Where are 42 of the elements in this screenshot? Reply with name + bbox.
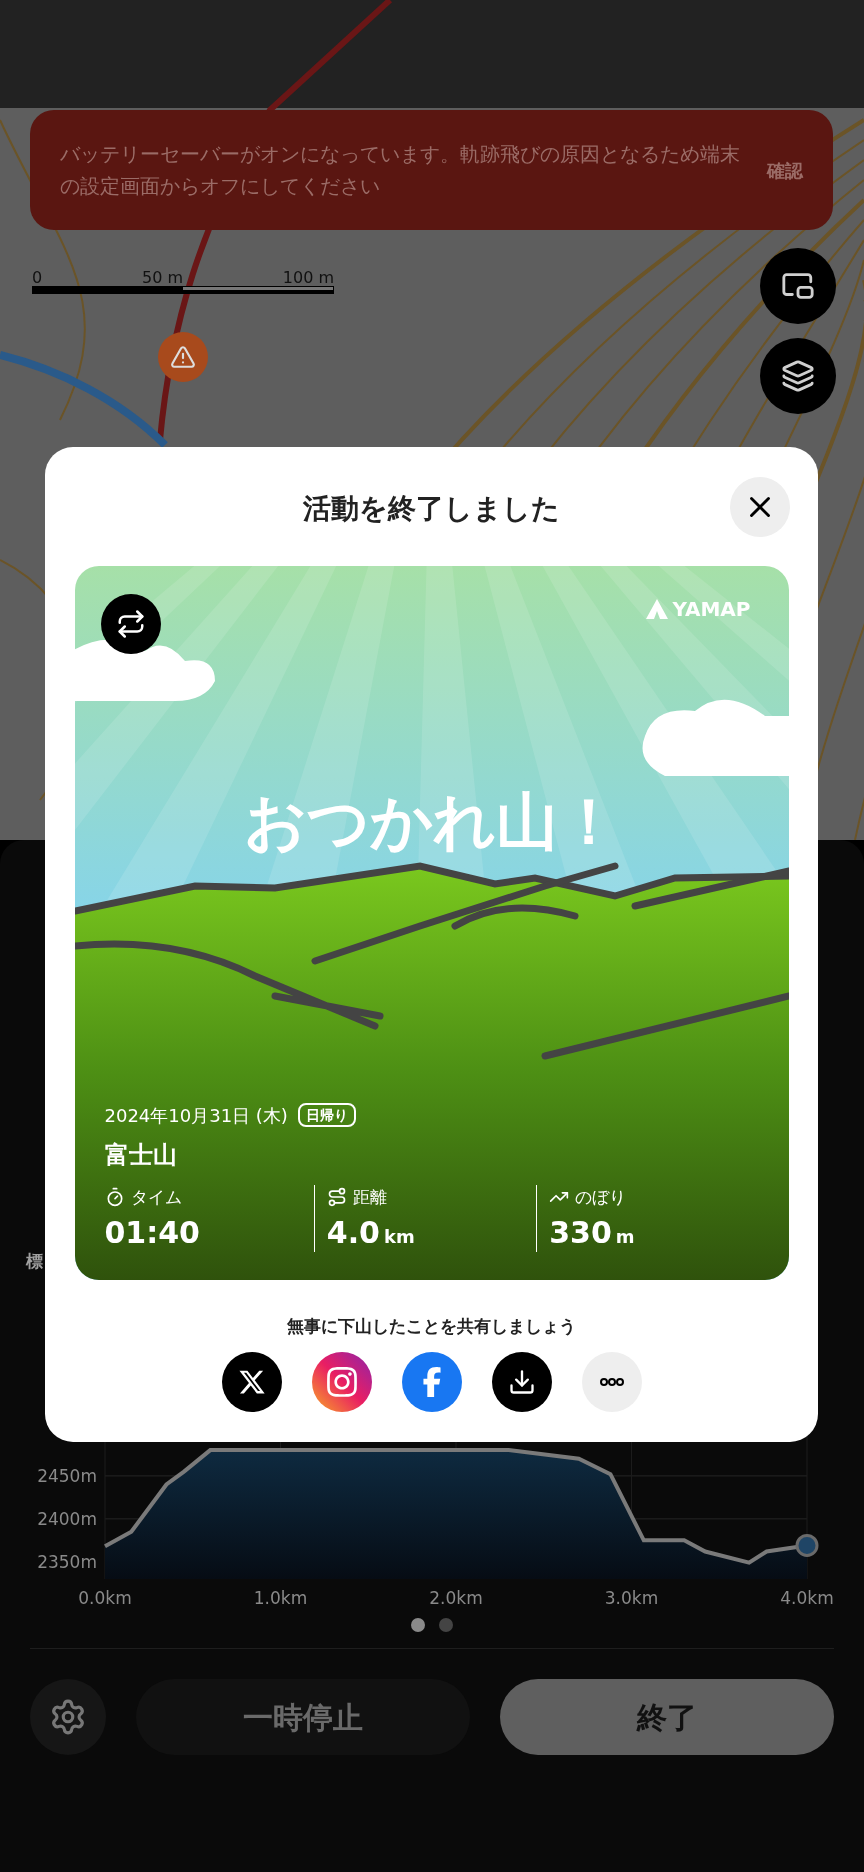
finish-button[interactable]: 終了 <box>500 1679 834 1755</box>
stat-value: 330 <box>549 1214 612 1252</box>
x-axis-label: 4.0km <box>780 1588 834 1608</box>
stat-unit: m <box>615 1225 635 1249</box>
stat-label: 距離 <box>352 1185 387 1209</box>
mountain-logo-icon <box>646 599 669 619</box>
swap-icon <box>115 609 146 639</box>
scale-label: 50 m <box>141 267 183 286</box>
layers-icon <box>781 359 815 393</box>
instagram-logo-icon <box>324 1365 359 1399</box>
stat-label: のぼり <box>575 1185 627 1209</box>
current-position-marker <box>795 1534 819 1557</box>
y-axis-label: 2450m <box>37 1465 97 1486</box>
x-logo-icon <box>237 1368 266 1396</box>
brand-logo-text: YAMAP <box>672 598 751 620</box>
stat-unit: km <box>384 1225 415 1249</box>
stat-label: タイム <box>130 1185 182 1209</box>
scale-label: 0 <box>32 267 43 286</box>
download-icon <box>507 1368 536 1396</box>
warning-icon <box>170 344 196 370</box>
share-prompt: 無事に下山したことを共有しましょう <box>287 1315 576 1338</box>
chart-title: 標 <box>26 1250 43 1273</box>
mountain-name: 富士山 <box>104 1139 178 1171</box>
stat-value: 01:40 <box>104 1214 200 1252</box>
scale-label: 100 m <box>282 267 334 286</box>
route-icon <box>326 1187 347 1208</box>
x-axis-label: 0.0km <box>78 1588 132 1608</box>
x-axis-label: 1.0km <box>253 1588 308 1608</box>
x-axis-label: 2.0km <box>429 1588 483 1608</box>
y-axis-label: 2400m <box>37 1508 97 1529</box>
more-icon <box>599 1378 624 1386</box>
card-headline: おつかれ山！ <box>242 784 621 860</box>
dialog-title: 活動を終了しました <box>303 491 560 527</box>
x-axis-label: 3.0km <box>604 1588 659 1608</box>
stat-value: 4.0 <box>326 1214 380 1252</box>
y-axis-label: 2350m <box>37 1551 97 1572</box>
day-trip-badge: 日帰り <box>297 1103 356 1127</box>
confirm-button[interactable]: 確認 <box>767 156 803 184</box>
banner-message: バッテリーセーバーがオンになっています。軌跡飛びの原因となるため端末の設定画面からオフにしてください <box>60 141 741 200</box>
pause-button[interactable]: 一時停止 <box>136 1679 470 1755</box>
settings-icon <box>49 1698 87 1736</box>
activity-date: 2024年10月31日 (木) <box>104 1103 288 1128</box>
